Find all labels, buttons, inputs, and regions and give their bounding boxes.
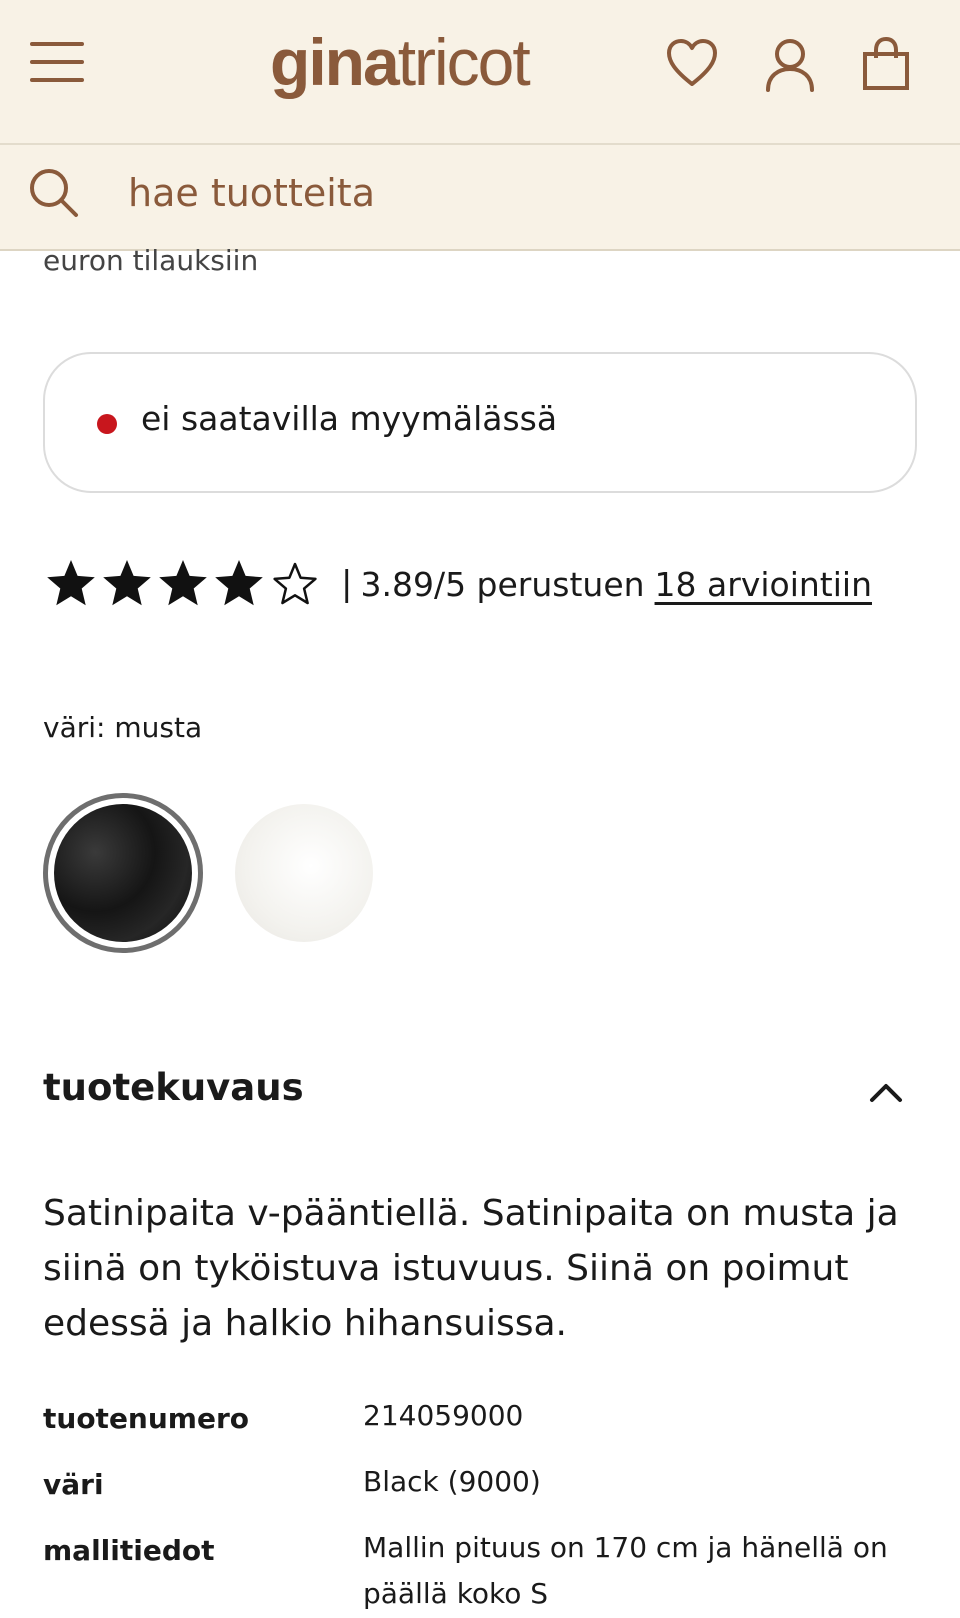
- spec-value: Black (9000): [363, 1465, 541, 1498]
- spec-value: 214059000: [363, 1399, 524, 1432]
- reviews-link[interactable]: 18 arviointiin: [655, 565, 872, 604]
- color-swatch-black[interactable]: [43, 793, 203, 953]
- search-icon[interactable]: [26, 165, 82, 221]
- logo-light: tricot: [397, 25, 531, 99]
- spec-key: tuotenumero: [43, 1402, 250, 1435]
- status-dot-icon: [97, 414, 117, 434]
- color-label: väri: musta: [43, 711, 203, 744]
- description-text: Satinipaita v-pääntiellä. Satinipaita on…: [43, 1193, 899, 1344]
- spec-value: Mallin pituus on 170 cm ja hänellä on pä…: [363, 1531, 888, 1610]
- rating-stars: [43, 556, 323, 612]
- logo-bold: gina: [270, 25, 400, 99]
- heart-icon[interactable]: [664, 36, 720, 92]
- search-bar: [0, 145, 960, 251]
- logo[interactable]: ginatricot: [270, 22, 531, 102]
- search-input[interactable]: [118, 161, 938, 225]
- rating-summary: 3.89/5 perustuen: [360, 564, 645, 604]
- store-availability-box: ei saatavilla myymälässä: [43, 352, 917, 493]
- star-filled-icon: [159, 560, 207, 606]
- shipping-info-text: euron tilauksiin: [43, 244, 259, 277]
- header: ginatricot: [0, 0, 960, 145]
- store-availability-text: ei saatavilla myymälässä: [141, 399, 558, 438]
- star-filled-icon: [47, 560, 95, 606]
- spec-key: väri: [43, 1468, 104, 1501]
- rating-separator: |: [341, 564, 353, 604]
- user-icon[interactable]: [762, 36, 818, 92]
- color-swatch-white[interactable]: [235, 804, 373, 942]
- chevron-up-icon[interactable]: [866, 1074, 906, 1108]
- bag-icon[interactable]: [858, 36, 914, 92]
- spec-key: mallitiedot: [43, 1534, 215, 1567]
- product-rating: | 3.89/5 perustuen 18 arviointiin: [43, 556, 872, 612]
- star-empty-icon: [273, 562, 317, 605]
- star-filled-icon: [215, 560, 263, 606]
- menu-icon[interactable]: [30, 40, 84, 84]
- star-filled-icon: [103, 560, 151, 606]
- description-title[interactable]: tuotekuvaus: [43, 1066, 304, 1109]
